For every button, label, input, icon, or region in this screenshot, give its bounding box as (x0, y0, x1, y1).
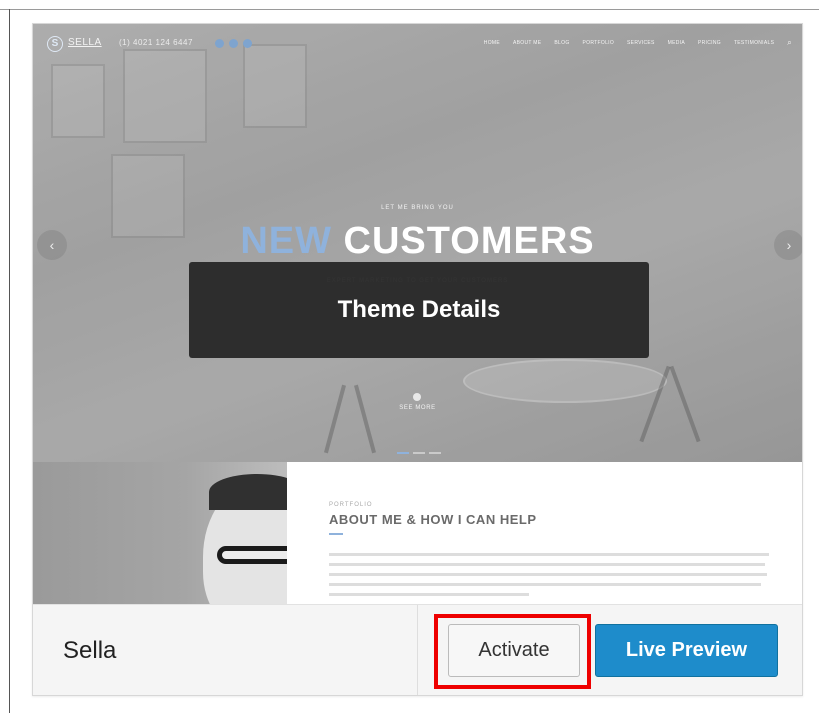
accent-rule (329, 533, 343, 535)
nav-item-blog: BLOG (554, 40, 570, 46)
scroll-down-icon (413, 393, 421, 401)
theme-footer: Sella Activate Live Preview (33, 604, 802, 695)
text-line (329, 563, 765, 566)
linkedin-icon (243, 39, 252, 48)
top-border (0, 9, 819, 10)
theme-details-button[interactable]: Theme Details (189, 262, 649, 358)
portrait-image (33, 462, 287, 604)
nav-item-testimonials: TESTIMONIALS (733, 40, 775, 46)
about-kicker: PORTFOLIO (329, 502, 373, 508)
about-title: ABOUT ME & HOW I CAN HELP (329, 512, 537, 527)
chevron-right-icon: › (774, 230, 802, 260)
phone-number: (1) 4021 124 6447 (119, 38, 193, 47)
nav-item-portfolio: PORTFOLIO (582, 40, 615, 46)
hero-headline: NEW CUSTOMERS (33, 220, 802, 263)
slider-dots (397, 452, 441, 454)
see-more-label: SEE MORE (399, 405, 436, 411)
logo-icon: S (47, 36, 63, 52)
nav-item-pricing: PRICING (698, 40, 721, 46)
nav-item-media: MEDIA (667, 40, 685, 46)
text-line (329, 593, 529, 596)
text-line (329, 573, 767, 576)
facebook-icon (215, 39, 224, 48)
hero-banner: S SELLA (1) 4021 124 6447 HOME ABOUT ME … (33, 24, 802, 462)
hero-headline-rest: CUSTOMERS (343, 220, 595, 262)
twitter-icon (229, 39, 238, 48)
nav-item-services: SERVICES (627, 40, 655, 46)
highlight-box (434, 614, 591, 689)
chevron-left-icon: ‹ (37, 230, 67, 260)
left-border (9, 9, 10, 713)
about-section: PORTFOLIO ABOUT ME & HOW I CAN HELP (33, 462, 802, 604)
nav-item-home: HOME (483, 40, 500, 46)
search-icon: ⌕ (787, 38, 792, 47)
portrait-glasses (217, 546, 287, 564)
slider-dot (413, 452, 425, 454)
portrait-hair (209, 474, 287, 510)
text-line (329, 553, 769, 556)
slider-dot (429, 452, 441, 454)
slider-dot (397, 452, 409, 454)
theme-name: Sella (63, 637, 117, 664)
theme-card[interactable]: S SELLA (1) 4021 124 6447 HOME ABOUT ME … (32, 23, 803, 696)
site-nav: HOME ABOUT ME BLOG PORTFOLIO SERVICES ME… (484, 38, 792, 48)
hero-kicker: LET ME BRING YOU (381, 205, 454, 211)
text-line (329, 583, 761, 586)
live-preview-button[interactable]: Live Preview (595, 624, 778, 677)
nav-item-about: ABOUT ME (512, 40, 542, 46)
logo-text: SELLA (68, 37, 102, 48)
hero-headline-accent: NEW (240, 220, 332, 262)
footer-divider (417, 605, 418, 695)
theme-screenshot[interactable]: S SELLA (1) 4021 124 6447 HOME ABOUT ME … (33, 24, 802, 604)
site-header: S SELLA (1) 4021 124 6447 HOME ABOUT ME … (33, 24, 802, 66)
